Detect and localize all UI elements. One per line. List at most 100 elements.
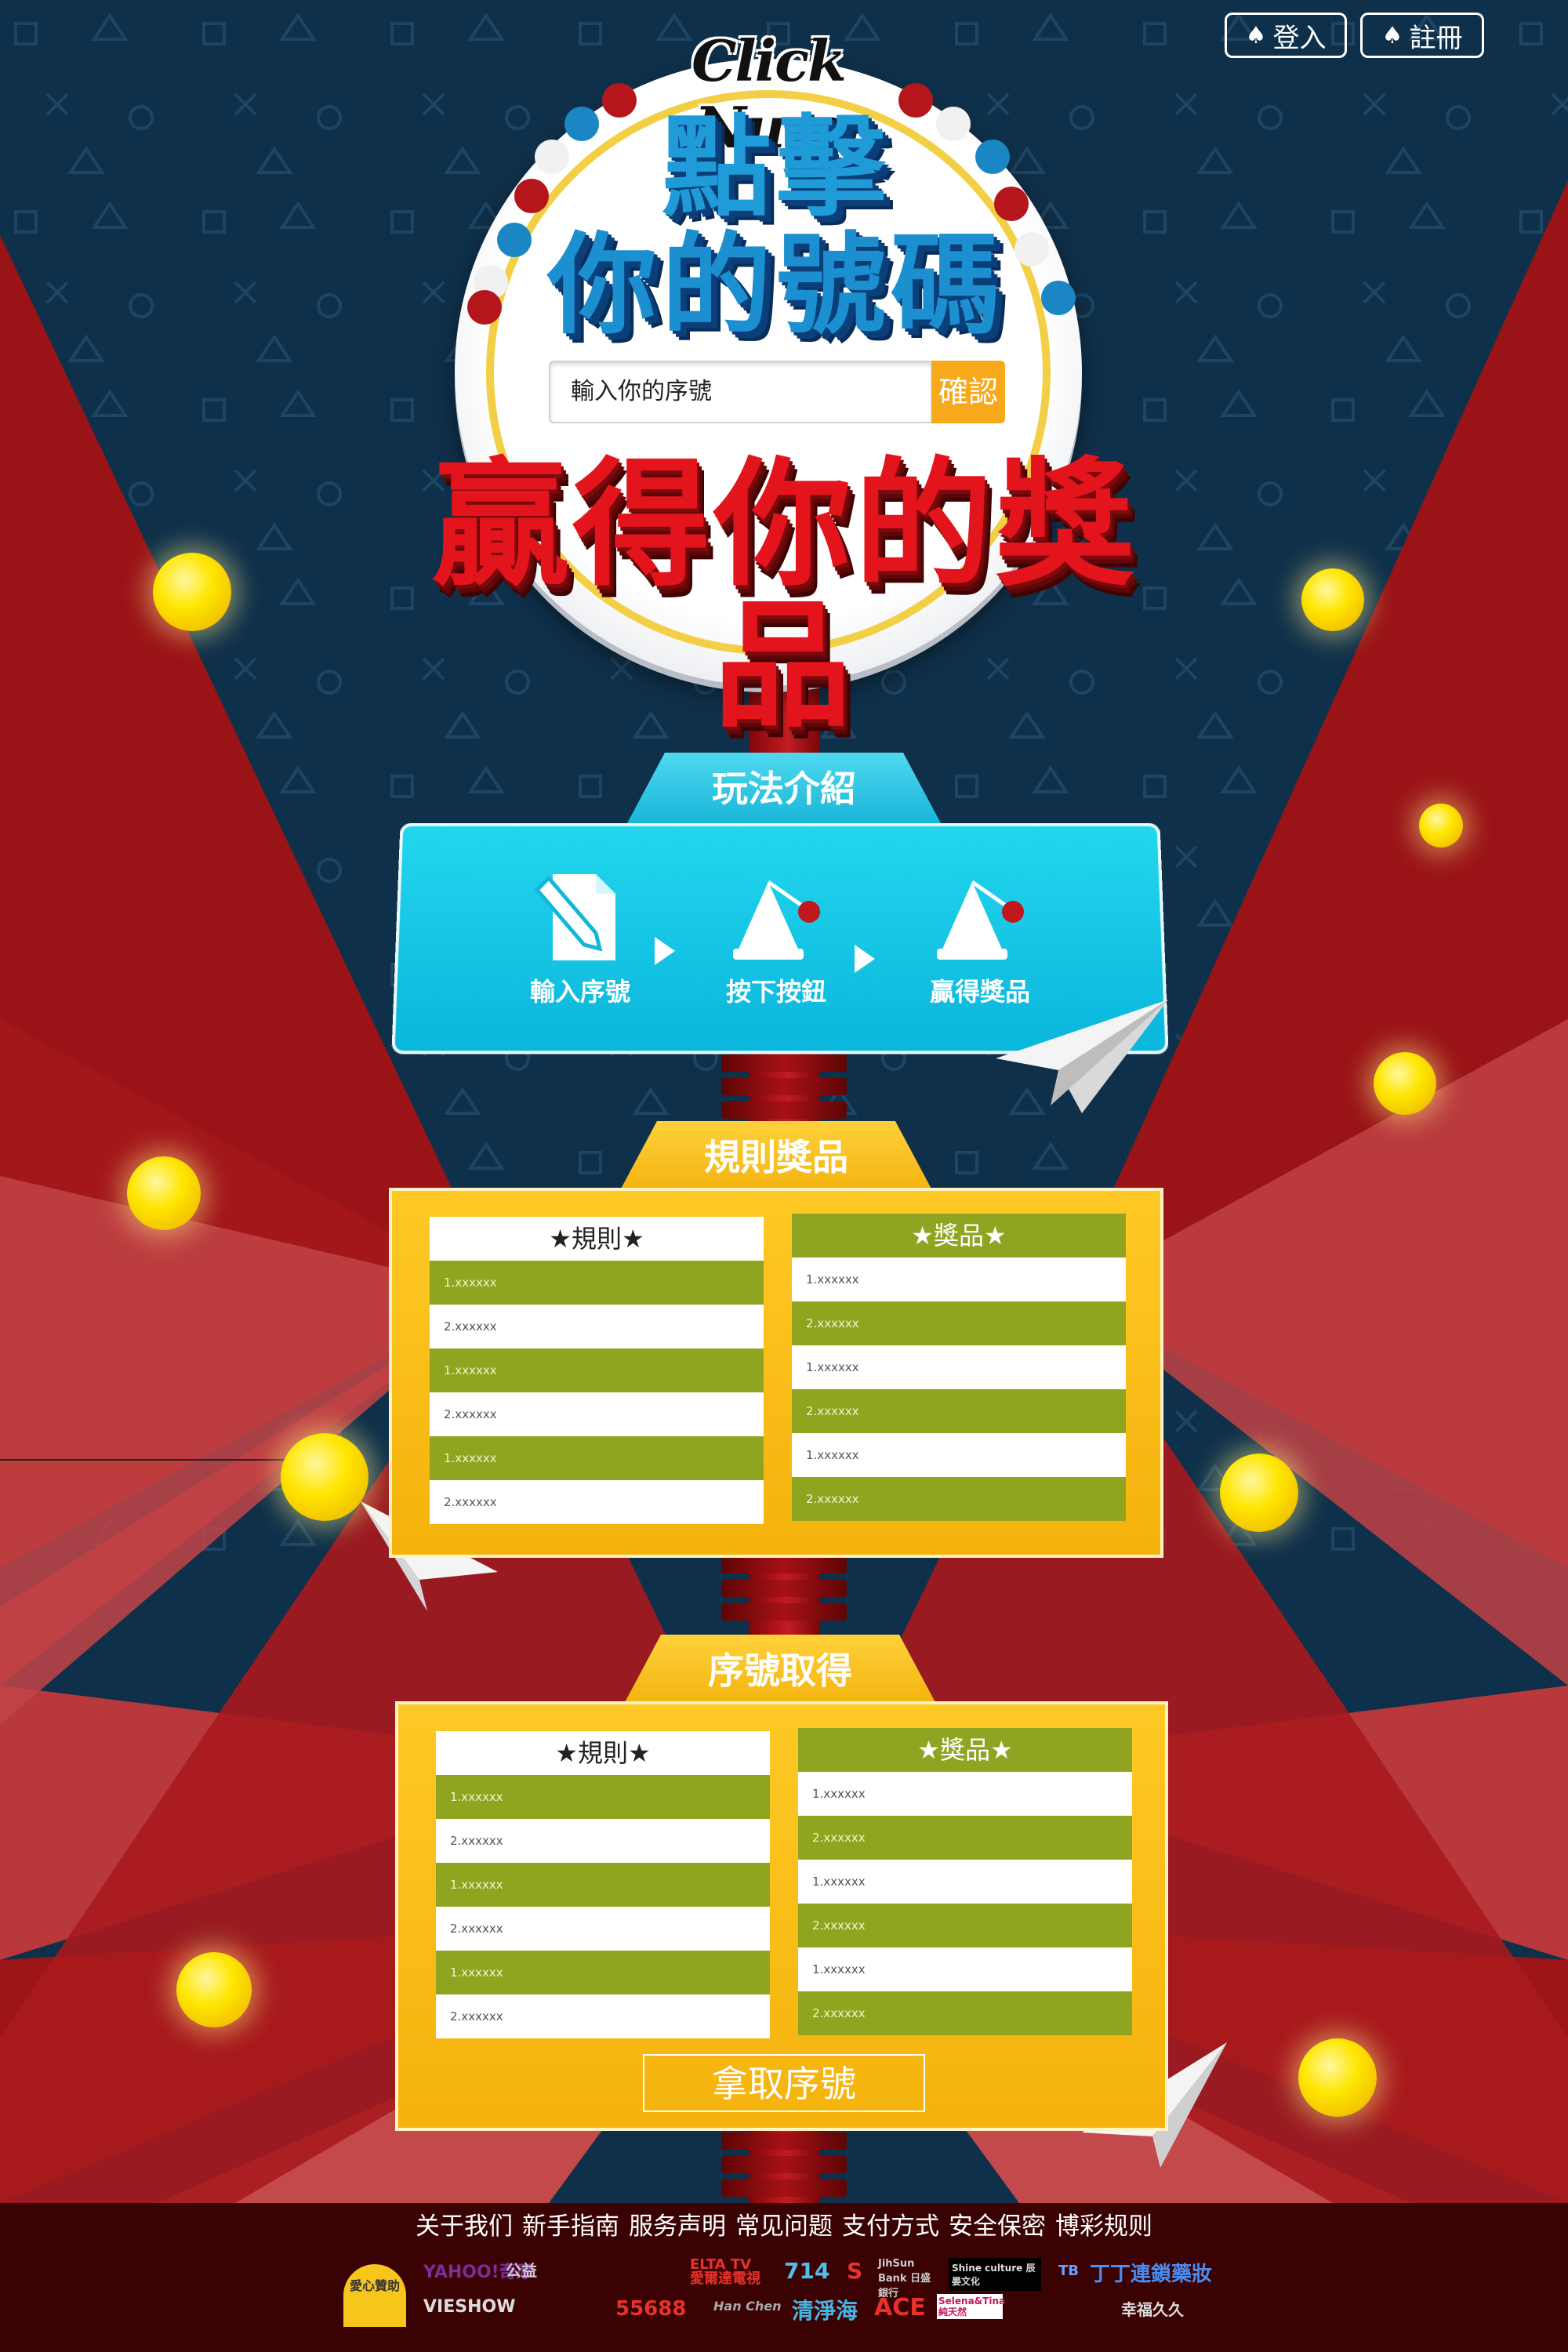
- register-label: 註冊: [1409, 22, 1463, 54]
- table-row: 1.xxxxxx: [798, 1947, 1132, 1991]
- table-row: 1.xxxxxx: [430, 1348, 764, 1392]
- yellow-ball: [153, 553, 231, 631]
- pole-collar: [721, 1102, 847, 1119]
- title-click: 點擊: [661, 104, 891, 232]
- table-row: 2.xxxxxx: [798, 1904, 1132, 1947]
- footer-link[interactable]: 安全保密: [949, 2212, 1046, 2241]
- login-button[interactable]: ♠ 登入: [1225, 13, 1347, 58]
- step-enter-serial: 輸入序號: [502, 862, 659, 1008]
- win-prize-title: 贏得你的獎品: [430, 445, 1137, 746]
- arrow-right-icon: [855, 945, 875, 973]
- sponsor-umbrella: 愛心贊助: [343, 2264, 406, 2327]
- table-row: 2.xxxxxx: [798, 1991, 1132, 2035]
- click-num-logo: Click Num: [691, 27, 847, 161]
- table-row: 1.xxxxxx: [436, 1863, 770, 1907]
- sponsor-logos: 愛心贊助 YAHOO!奇摩 公益 ELTA TV 愛爾達電視 714 S Jih…: [337, 2258, 1239, 2344]
- step-label: 按下按鈕: [725, 977, 826, 1007]
- tab-rules-prizes: 規則獎品: [619, 1121, 933, 1192]
- footer-link[interactable]: 新手指南: [522, 2212, 619, 2241]
- footer-nav: 关于我们 新手指南 服务声明 常见问题 支付方式 安全保密 博彩规则: [0, 2209, 1568, 2244]
- table-row: 1.xxxxxx: [798, 1860, 1132, 1904]
- register-button[interactable]: ♠ 註冊: [1360, 13, 1484, 58]
- table-row: 2.xxxxxx: [792, 1389, 1126, 1433]
- sponsor-selena: Selena&Tina 純天然: [937, 2294, 1006, 2319]
- sponsor-public: 公益: [506, 2261, 537, 2280]
- pole-collar: [721, 2156, 847, 2173]
- yellow-ball: [1220, 1454, 1298, 1532]
- prizes-table: ★獎品★ 1.xxxxxx 2.xxxxxx 1.xxxxxx 2.xxxxxx 1.x…: [792, 1214, 1126, 1521]
- table-row: 1.xxxxxx: [436, 1951, 770, 1994]
- sponsor-55688: 55688: [615, 2297, 687, 2321]
- yellow-ball: [1298, 2038, 1377, 2117]
- edit-document-icon: [534, 874, 615, 960]
- users-icon: ♠: [1381, 21, 1403, 49]
- sponsor-vieshow: VIESHOW: [423, 2297, 516, 2317]
- rules-header: ★規則★: [430, 1217, 764, 1261]
- arrow-right-icon: [655, 937, 675, 965]
- pole-collar: [721, 2132, 847, 2150]
- pole-collar: [721, 1078, 847, 1095]
- sponsor-s: S: [847, 2258, 863, 2284]
- rules-table: ★規則★ 1.xxxxxx 2.xxxxxx 1.xxxxxx 2.xxxxxx 1.x…: [430, 1217, 764, 1524]
- sponsor-ace: ACE: [874, 2294, 926, 2321]
- yellow-ball: [1419, 804, 1463, 848]
- table-row: 2.xxxxxx: [792, 1301, 1126, 1345]
- yellow-ball: [281, 1433, 368, 1521]
- users-icon: ♠: [1245, 21, 1267, 49]
- prizes-table: ★獎品★ 1.xxxxxx 2.xxxxxx 1.xxxxxx 2.xxxxxx 1.x…: [798, 1728, 1132, 2035]
- footer-link[interactable]: 服务声明: [629, 2212, 726, 2241]
- table-row: 2.xxxxxx: [792, 1477, 1126, 1521]
- confirm-button[interactable]: 確認: [931, 361, 1005, 423]
- sponsor-hanchen: Han Chen: [713, 2299, 782, 2314]
- step-win-prize: 贏得獎品: [902, 862, 1058, 1008]
- table-row: 2.xxxxxx: [430, 1305, 764, 1348]
- title-your-number: 你的號碼: [546, 222, 1005, 350]
- table-row: 1.xxxxxx: [792, 1345, 1126, 1389]
- table-row: 1.xxxxxx: [792, 1258, 1126, 1301]
- pole-collar: [721, 1054, 847, 1072]
- footer-link[interactable]: 博彩规则: [1055, 2212, 1152, 2241]
- rules-table: ★規則★ 1.xxxxxx 2.xxxxxx 1.xxxxxx 2.xxxxxx 1.x…: [436, 1731, 770, 2038]
- yellow-ball: [1374, 1052, 1436, 1115]
- step-label: 輸入序號: [529, 977, 630, 1007]
- sponsor-xingfu: 幸福久久: [1121, 2300, 1184, 2319]
- get-serial-button[interactable]: 拿取序號: [643, 2054, 925, 2112]
- step-press-button: 按下按鈕: [698, 862, 855, 1008]
- rules-header: ★規則★: [436, 1731, 770, 1775]
- tab-get-serial: 序號取得: [623, 1635, 937, 1705]
- footer-link[interactable]: 支付方式: [842, 2212, 939, 2241]
- bell-prize-icon: [937, 880, 1024, 960]
- table-row: 2.xxxxxx: [430, 1480, 764, 1524]
- bell-button-icon: [733, 880, 820, 960]
- serial-input[interactable]: 輸入你的序號: [549, 361, 933, 423]
- table-row: 2.xxxxxx: [436, 1907, 770, 1951]
- table-row: 1.xxxxxx: [430, 1436, 764, 1480]
- login-label: 登入: [1272, 22, 1327, 54]
- sponsor-tb: TB: [1058, 2263, 1079, 2279]
- footer-link[interactable]: 关于我们: [416, 2212, 513, 2241]
- table-row: 2.xxxxxx: [798, 1816, 1132, 1860]
- sponsor-elta: ELTA TV 愛爾達電視: [690, 2256, 760, 2287]
- table-row: 1.xxxxxx: [798, 1772, 1132, 1816]
- sponsor-shine: Shine culture 辰晏文化: [949, 2258, 1041, 2291]
- yellow-ball: [127, 1156, 201, 1230]
- table-row: 2.xxxxxx: [436, 1819, 770, 1863]
- yellow-ball: [1301, 568, 1364, 631]
- prizes-header: ★獎品★: [792, 1214, 1126, 1258]
- footer-link[interactable]: 常见问题: [735, 2212, 833, 2241]
- pole-collar: [721, 1580, 847, 1597]
- table-row: 2.xxxxxx: [430, 1392, 764, 1436]
- table-row: 1.xxxxxx: [792, 1433, 1126, 1477]
- sponsor-714: 714: [784, 2258, 830, 2284]
- table-row: 1.xxxxxx: [436, 1775, 770, 1819]
- yellow-ball: [176, 1952, 252, 2027]
- prizes-header: ★獎品★: [798, 1728, 1132, 1772]
- tab-how-to-play: 玩法介紹: [627, 753, 941, 823]
- pole-collar: [721, 2180, 847, 2197]
- table-row: 2.xxxxxx: [436, 1994, 770, 2038]
- sponsor-dingding: 丁丁連鎖藥妝: [1090, 2263, 1213, 2286]
- pole-collar: [721, 1556, 847, 1573]
- sponsor-qingjinghai: 清淨海: [792, 2298, 858, 2324]
- table-row: 1.xxxxxx: [430, 1261, 764, 1305]
- paper-plane-icon: [996, 1000, 1168, 1113]
